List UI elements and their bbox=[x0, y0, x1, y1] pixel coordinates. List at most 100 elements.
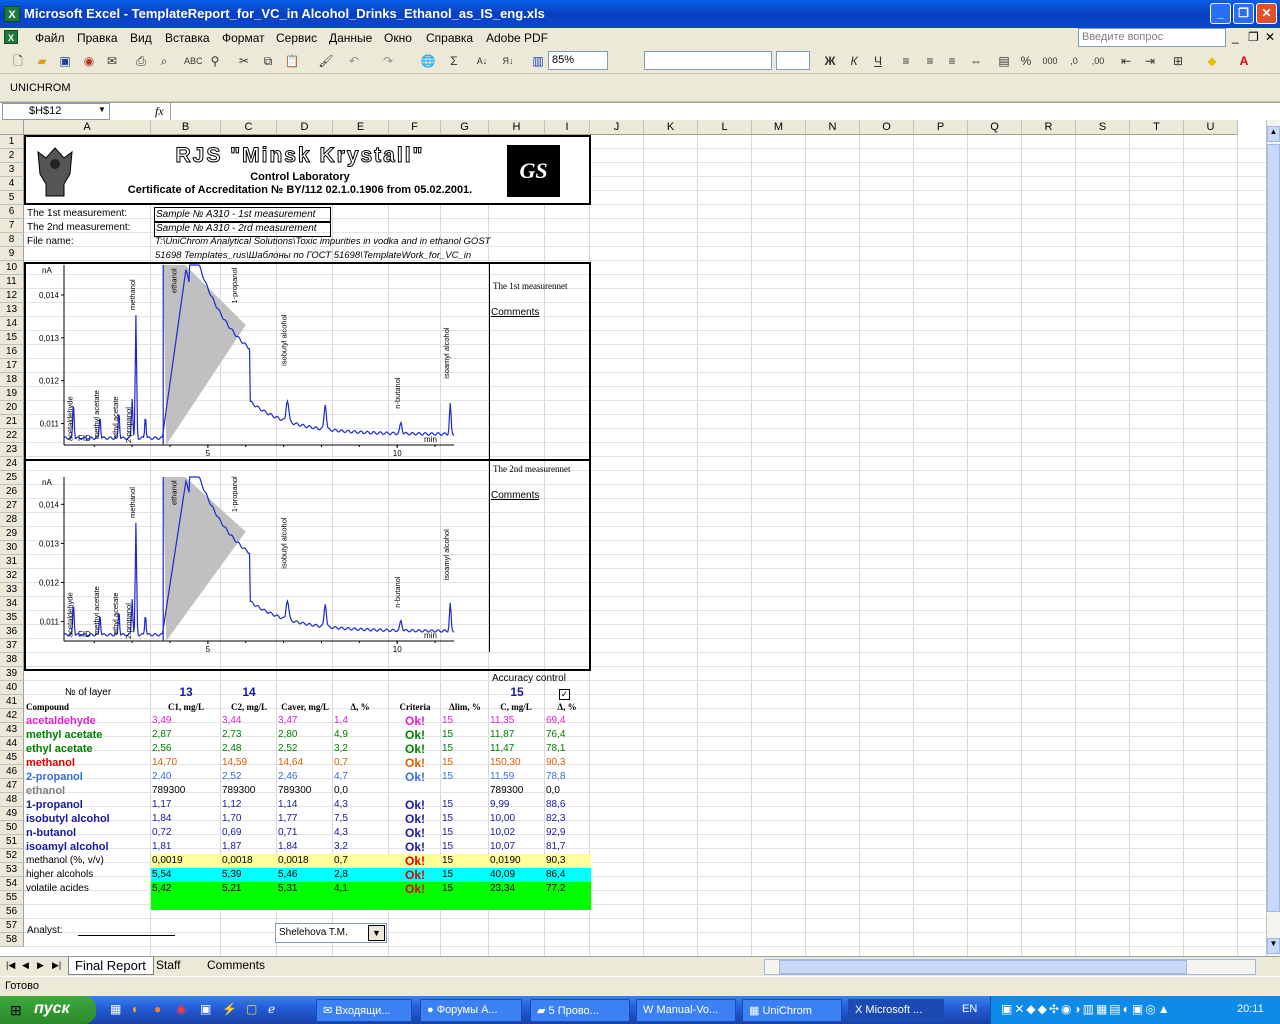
font-select[interactable] bbox=[644, 51, 772, 70]
close-button[interactable]: ✕ bbox=[1256, 3, 1277, 24]
column-header-g[interactable]: G bbox=[441, 120, 489, 135]
open-icon[interactable]: ▰ bbox=[34, 53, 50, 69]
column-header-k[interactable]: K bbox=[644, 120, 698, 135]
menu-help[interactable]: Справка bbox=[426, 31, 473, 45]
copy-icon[interactable]: ⧉ bbox=[260, 53, 276, 69]
row-header-41[interactable]: 41 bbox=[0, 695, 24, 709]
row-header-9[interactable]: 9 bbox=[0, 247, 24, 261]
align-left-icon[interactable]: ≡ bbox=[898, 53, 914, 69]
bold-icon[interactable]: Ж bbox=[822, 53, 838, 69]
doc-close-button[interactable]: ✕ bbox=[1265, 30, 1275, 44]
column-header-s[interactable]: S bbox=[1076, 120, 1130, 135]
research-icon[interactable]: ⚲ bbox=[207, 53, 223, 69]
decrease-indent-icon[interactable]: ⇤ bbox=[1118, 53, 1134, 69]
row-header-36[interactable]: 36 bbox=[0, 625, 24, 639]
excel-app-icon[interactable]: X bbox=[4, 6, 20, 22]
row-header-55[interactable]: 55 bbox=[0, 891, 24, 905]
row-header-38[interactable]: 38 bbox=[0, 653, 24, 667]
column-header-n[interactable]: N bbox=[806, 120, 860, 135]
quicklaunch-opera-icon[interactable]: ◉ bbox=[176, 1002, 186, 1016]
row-header-18[interactable]: 18 bbox=[0, 373, 24, 387]
row-header-30[interactable]: 30 bbox=[0, 541, 24, 555]
row-header-25[interactable]: 25 bbox=[0, 471, 24, 485]
row-header-13[interactable]: 13 bbox=[0, 303, 24, 317]
row-header-3[interactable]: 3 bbox=[0, 163, 24, 177]
menu-insert[interactable]: Вставка bbox=[165, 31, 210, 45]
task-excel[interactable]: X Microsoft ... bbox=[848, 999, 944, 1022]
name-box-dropdown-icon[interactable]: ▼ bbox=[98, 105, 106, 114]
document-icon[interactable]: X bbox=[4, 30, 18, 44]
accuracy-checkbox[interactable]: ✓ bbox=[559, 689, 570, 700]
increase-decimal-icon[interactable]: ,0 bbox=[1066, 53, 1082, 69]
scroll-down-icon[interactable]: ▼ bbox=[1267, 938, 1280, 954]
column-header-f[interactable]: F bbox=[389, 120, 441, 135]
permission-icon[interactable]: ◉ bbox=[81, 53, 97, 69]
row-header-52[interactable]: 52 bbox=[0, 849, 24, 863]
menu-file[interactable]: Файл bbox=[35, 31, 65, 45]
percent-icon[interactable]: % bbox=[1018, 53, 1034, 69]
maximize-button[interactable]: ❐ bbox=[1233, 3, 1254, 24]
borders-icon[interactable]: ⊞ bbox=[1170, 53, 1186, 69]
row-header-45[interactable]: 45 bbox=[0, 751, 24, 765]
vertical-scrollbar[interactable]: ▲ ▼ bbox=[1266, 120, 1280, 956]
row-header-14[interactable]: 14 bbox=[0, 317, 24, 331]
row-header-8[interactable]: 8 bbox=[0, 233, 24, 247]
tab-final-report[interactable]: Final Report bbox=[68, 957, 154, 975]
chromatogram-2[interactable]: 0,0140,0130,0120,0115 10nAminFIDacetaldeh… bbox=[26, 475, 488, 655]
scroll-up-icon[interactable]: ▲ bbox=[1267, 126, 1280, 142]
analyst-dropdown-icon[interactable]: ▼ bbox=[368, 925, 385, 941]
quicklaunch-tool-icon[interactable]: ▢ bbox=[246, 1002, 257, 1016]
quicklaunch-winamp-icon[interactable]: ⚡ bbox=[222, 1002, 237, 1016]
spreadsheet-grid[interactable]: ABCDEFGHIJKLMNOPQRSTU 1 2 3 4 5 6 7 8 9 10 11 12 13 1… bbox=[0, 120, 1266, 956]
doc-restore-button[interactable]: ❐ bbox=[1248, 30, 1259, 44]
row-header-50[interactable]: 50 bbox=[0, 821, 24, 835]
tab-next-icon[interactable]: ▶ bbox=[37, 960, 44, 971]
name-box[interactable]: $H$12 bbox=[2, 103, 110, 120]
sort-desc-icon[interactable]: Я↓ bbox=[500, 53, 516, 69]
column-header-m[interactable]: M bbox=[752, 120, 806, 135]
column-header-l[interactable]: L bbox=[698, 120, 752, 135]
font-color-icon[interactable]: A bbox=[1236, 53, 1252, 69]
menu-view[interactable]: Вид bbox=[130, 31, 152, 45]
spelling-icon[interactable]: ABC bbox=[184, 53, 203, 69]
row-header-10[interactable]: 10 bbox=[0, 261, 24, 275]
autosum-icon[interactable]: Σ bbox=[446, 53, 462, 69]
row-header-37[interactable]: 37 bbox=[0, 639, 24, 653]
row-header-21[interactable]: 21 bbox=[0, 415, 24, 429]
task-outlook[interactable]: ✉ Входящи... bbox=[316, 999, 412, 1022]
fx-icon[interactable]: fx bbox=[155, 104, 164, 119]
tab-prev-icon[interactable]: ◀ bbox=[22, 960, 29, 971]
column-header-o[interactable]: O bbox=[860, 120, 914, 135]
horizontal-scrollbar[interactable] bbox=[764, 959, 1256, 975]
row-header-34[interactable]: 34 bbox=[0, 597, 24, 611]
row-header-22[interactable]: 22 bbox=[0, 429, 24, 443]
underline-icon[interactable]: Ч bbox=[870, 53, 886, 69]
column-header-r[interactable]: R bbox=[1022, 120, 1076, 135]
row-header-17[interactable]: 17 bbox=[0, 359, 24, 373]
minimize-button[interactable]: _ bbox=[1210, 3, 1231, 24]
row-header-51[interactable]: 51 bbox=[0, 835, 24, 849]
fill-color-icon[interactable]: ◆ bbox=[1204, 53, 1220, 69]
menu-adobe-pdf[interactable]: Adobe PDF bbox=[486, 31, 548, 45]
horizontal-scroll-thumb[interactable] bbox=[779, 960, 1187, 974]
redo-icon[interactable]: ↷ bbox=[380, 53, 396, 69]
row-header-24[interactable]: 24 bbox=[0, 457, 24, 471]
row-header-4[interactable]: 4 bbox=[0, 177, 24, 191]
column-header-t[interactable]: T bbox=[1130, 120, 1184, 135]
column-header-d[interactable]: D bbox=[277, 120, 333, 135]
print-icon[interactable]: ⎙ bbox=[133, 53, 149, 69]
italic-icon[interactable]: К bbox=[846, 53, 862, 69]
align-right-icon[interactable]: ≡ bbox=[944, 53, 960, 69]
help-search-input[interactable]: Введите вопрос bbox=[1078, 28, 1226, 47]
merge-center-icon[interactable]: ⇔ bbox=[968, 53, 984, 69]
cut-icon[interactable]: ✂ bbox=[236, 53, 252, 69]
column-header-b[interactable]: B bbox=[151, 120, 221, 135]
menu-edit[interactable]: Правка bbox=[77, 31, 118, 45]
chart2-comments-link[interactable]: Comments bbox=[491, 489, 539, 503]
row-header-32[interactable]: 32 bbox=[0, 569, 24, 583]
task-forums[interactable]: ● Форумы А... bbox=[420, 999, 522, 1022]
thousands-icon[interactable]: 000 bbox=[1042, 53, 1058, 69]
row-header-53[interactable]: 53 bbox=[0, 863, 24, 877]
font-size-select[interactable] bbox=[776, 51, 810, 70]
tab-staff[interactable]: Staff bbox=[156, 958, 180, 972]
